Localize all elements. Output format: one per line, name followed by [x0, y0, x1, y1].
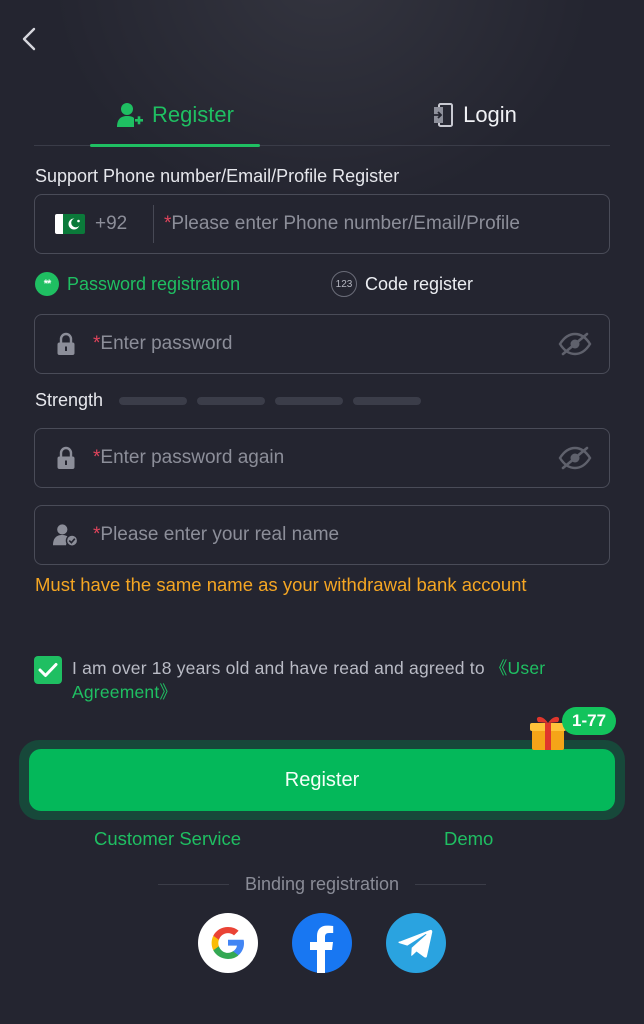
check-icon: [38, 663, 58, 677]
password-registration-label: Password registration: [67, 273, 241, 294]
auth-tabs: Register Login: [34, 86, 610, 147]
agreement-text: I am over 18 years old and have read and…: [72, 656, 604, 704]
eye-off-icon[interactable]: [557, 329, 593, 359]
google-login-button[interactable]: [198, 913, 258, 973]
password-strength: Strength: [35, 390, 422, 411]
chevron-left-icon: [22, 27, 36, 51]
real-name-placeholder: *Please enter your real name: [93, 524, 340, 545]
real-name-input-field[interactable]: *Please enter your real name: [34, 505, 610, 565]
password-registration-option[interactable]: ** Password registration: [35, 268, 240, 300]
customer-service-link[interactable]: Customer Service: [94, 828, 241, 850]
divider: [158, 884, 229, 885]
tab-login-label: Login: [463, 102, 517, 127]
confirm-password-input-field[interactable]: *Enter password again: [34, 428, 610, 488]
divider: [153, 205, 154, 243]
google-icon: [211, 927, 244, 959]
pakistan-flag-icon[interactable]: [55, 214, 85, 234]
agree-checkbox[interactable]: [34, 656, 62, 684]
tab-login[interactable]: Login: [404, 86, 544, 144]
strength-label: Strength: [35, 390, 104, 410]
password-placeholder: *Enter password: [93, 333, 233, 354]
telegram-icon: [398, 929, 433, 958]
strength-segment: [275, 396, 344, 405]
code-register-label: Code register: [365, 273, 474, 294]
strength-segment: [353, 396, 422, 405]
lock-icon: [53, 445, 79, 471]
account-input-field[interactable]: +92 *Please enter Phone number/Email/Pro…: [34, 194, 610, 254]
country-code[interactable]: +92: [95, 213, 143, 235]
agreement-statement: I am over 18 years old and have read and…: [72, 658, 490, 678]
password-mode-icon: **: [35, 272, 59, 296]
strength-segment: [197, 396, 266, 405]
eye-off-icon[interactable]: [557, 443, 593, 473]
tab-register-label: Register: [152, 102, 234, 127]
login-door-icon: [433, 103, 454, 127]
account-placeholder: *Please enter Phone number/Email/Profile: [164, 213, 520, 234]
name-warning-note: Must have the same name as your withdraw…: [35, 574, 527, 595]
binding-registration-divider: Binding registration: [158, 874, 486, 895]
code-mode-icon: 123: [331, 271, 357, 297]
support-label: Support Phone number/Email/Profile Regis…: [35, 166, 400, 186]
facebook-login-button[interactable]: [292, 913, 352, 973]
tab-register[interactable]: Register: [90, 86, 260, 147]
agreement-row: I am over 18 years old and have read and…: [34, 656, 604, 704]
strength-segment: [119, 396, 188, 405]
code-register-option[interactable]: 123 Code register: [331, 268, 473, 300]
facebook-icon: [310, 925, 334, 973]
lock-icon: [53, 331, 79, 357]
telegram-login-button[interactable]: [386, 913, 446, 973]
add-user-icon: [117, 103, 144, 127]
register-button[interactable]: Register: [29, 749, 615, 811]
user-verified-icon: [53, 522, 79, 548]
demo-link[interactable]: Demo: [444, 828, 493, 850]
bonus-badge: 1-77: [562, 707, 617, 735]
divider: [415, 884, 486, 885]
back-button[interactable]: [14, 24, 44, 54]
password-input-field[interactable]: *Enter password: [34, 314, 610, 374]
confirm-password-placeholder: *Enter password again: [93, 447, 285, 468]
binding-registration-label: Binding registration: [244, 874, 400, 894]
